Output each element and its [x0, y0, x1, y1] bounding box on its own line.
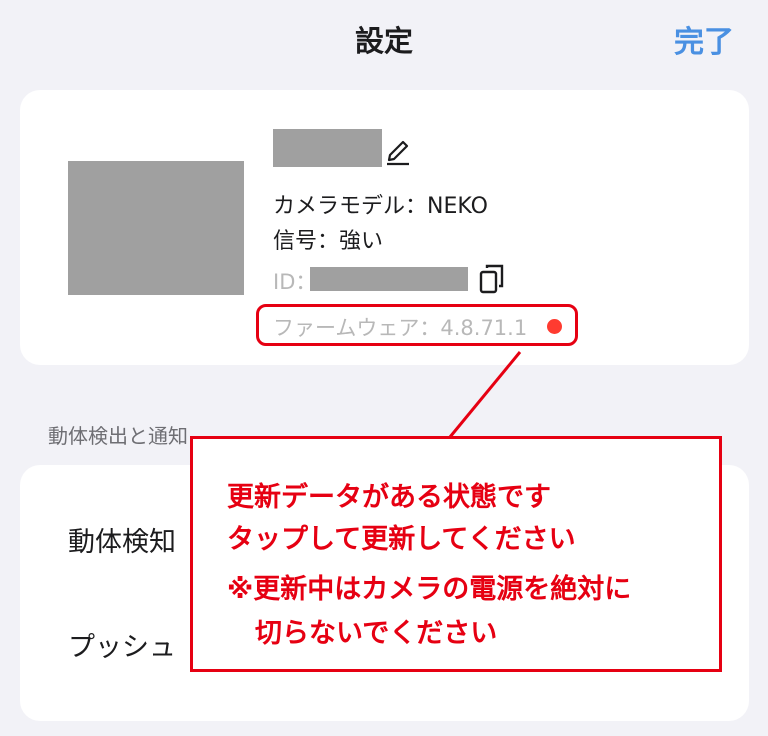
- settings-screen: 設定 完了 カメラモデル：NEKO 信号：強い ID： ファームウェア：4.8.…: [0, 0, 768, 736]
- callout-line-2: タップして更新してください: [227, 524, 576, 555]
- annotation-callout: 更新データがある状態です タップして更新してください ※更新中はカメラの電源を絶…: [190, 436, 722, 672]
- device-id-redacted: [310, 267, 468, 291]
- callout-line-1: 更新データがある状態です: [227, 482, 551, 513]
- camera-model: カメラモデル：NEKO: [273, 194, 488, 219]
- page-title: 設定: [354, 24, 413, 58]
- callout-line-3: ※更新中はカメラの電源を絶対に: [227, 574, 632, 605]
- done-button[interactable]: 完了: [674, 17, 734, 61]
- copy-icon[interactable]: [478, 263, 506, 295]
- list-item-label: 動体検知: [68, 527, 176, 558]
- navigation-bar: 設定 完了: [0, 0, 768, 76]
- pencil-icon[interactable]: [384, 136, 412, 166]
- camera-thumbnail: [68, 161, 244, 295]
- callout-line-4: 切らないでください: [255, 618, 498, 649]
- section-header-motion: 動体検出と通知: [48, 424, 188, 448]
- list-item-label: プッシュ: [68, 632, 176, 663]
- signal-strength: 信号：強い: [273, 229, 384, 254]
- camera-name-redacted: [273, 129, 382, 167]
- firmware-highlight-box: [256, 304, 578, 346]
- callout-pointer: [448, 351, 522, 438]
